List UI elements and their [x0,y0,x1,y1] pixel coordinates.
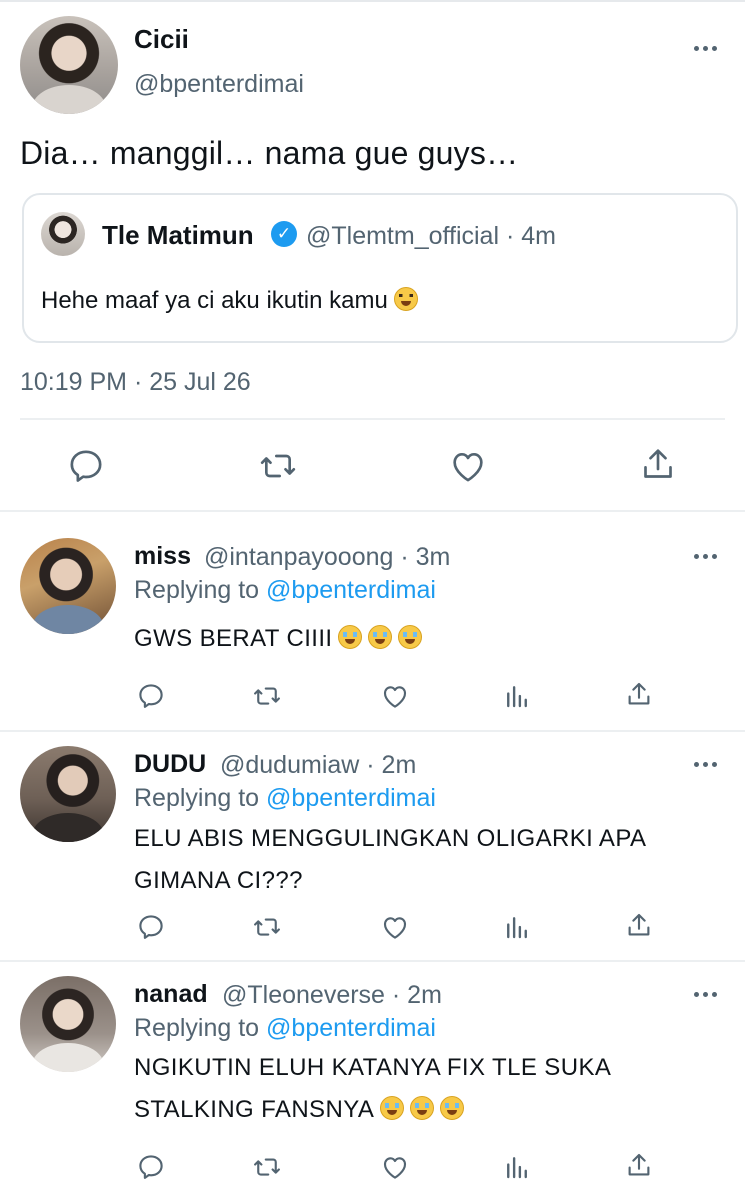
more-options-icon[interactable] [694,990,720,998]
like-icon[interactable] [448,446,488,486]
mention-link[interactable]: @bpenterdimai [266,784,436,812]
more-options-icon[interactable] [694,760,720,768]
grinning-face-icon [393,287,418,311]
replying-to: Replying to @bpenterdimai [134,1014,436,1042]
mention-link[interactable]: @bpenterdimai [266,1014,436,1042]
reply-tweet[interactable]: miss @intanpayooong · 3m Replying to @bp… [0,510,745,730]
quoted-author-name[interactable]: Tle Matimun [102,220,254,251]
retweet-icon[interactable] [252,912,282,942]
share-icon[interactable] [624,1150,654,1180]
share-icon[interactable] [624,910,654,940]
retweet-icon[interactable] [258,446,298,486]
mention-link[interactable]: @bpenterdimai [266,576,436,604]
reply-icon[interactable] [136,681,166,711]
reply-author-handle[interactable]: @intanpayooong · 3m [204,543,450,572]
crying-face-icon [338,625,363,649]
reply-icon[interactable] [136,912,166,942]
avatar[interactable] [20,538,116,634]
more-options-icon[interactable] [694,552,720,560]
reply-tweet[interactable]: nanad @Tleoneverse · 2m Replying to @bpe… [0,960,745,1200]
reply-tweet[interactable]: DUDU @dudumiaw · 2m Replying to @bpenter… [0,730,745,960]
reply-author-handle[interactable]: @dudumiaw · 2m [220,751,416,780]
quoted-tweet[interactable]: Tle Matimun ✓ @Tlemtm_official · 4m Hehe… [22,193,738,343]
author-name[interactable]: Cicii [134,24,189,55]
quoted-tweet-text: Hehe maaf ya ci aku ikutin kamu [41,287,418,315]
analytics-icon[interactable] [502,1152,532,1182]
crying-face-icon [440,1096,465,1120]
replying-to: Replying to @bpenterdimai [134,784,436,812]
verified-badge-icon: ✓ [271,221,297,247]
reply-author-name[interactable]: DUDU [134,750,206,779]
quoted-author-handle[interactable]: @Tlemtm_official · 4m [306,222,556,251]
reply-author-name[interactable]: nanad [134,980,208,1009]
reply-text: GWS BERAT CIIII [134,618,714,660]
reply-icon[interactable] [66,446,106,486]
crying-face-icon [398,625,423,649]
more-options-icon[interactable] [694,44,720,52]
crying-face-icon [368,625,393,649]
reply-author-name[interactable]: miss [134,542,191,571]
like-icon[interactable] [380,681,410,711]
share-icon[interactable] [638,444,678,484]
divider [20,418,725,420]
like-icon[interactable] [380,912,410,942]
avatar[interactable] [20,746,116,842]
tweet-actions [0,440,745,490]
avatar[interactable] [41,212,85,256]
retweet-icon[interactable] [252,1152,282,1182]
reply-icon[interactable] [136,1152,166,1182]
reply-text: ELU ABIS MENGGULINGKAN OLIGARKI APA GIMAN… [134,825,647,894]
retweet-icon[interactable] [252,681,282,711]
avatar[interactable] [20,976,116,1072]
share-icon[interactable] [624,679,654,709]
reply-text: NGIKUTIN ELUH KATANYA FIX TLE SUKA STALKI… [134,1054,612,1123]
like-icon[interactable] [380,1152,410,1182]
tweet-text: Dia… manggil… nama gue guys… [20,135,519,171]
analytics-icon[interactable] [502,681,532,711]
author-handle[interactable]: @bpenterdimai [134,70,304,99]
main-tweet: Cicii @bpenterdimai Dia… manggil… nama g… [0,0,745,510]
crying-face-icon [410,1096,435,1120]
tweet-timestamp[interactable]: 10:19 PM · 25 Jul 26 [20,368,251,397]
avatar[interactable] [20,16,118,114]
analytics-icon[interactable] [502,912,532,942]
replying-to: Replying to @bpenterdimai [134,576,436,604]
crying-face-icon [380,1096,405,1120]
reply-author-handle[interactable]: @Tleoneverse · 2m [222,981,442,1010]
